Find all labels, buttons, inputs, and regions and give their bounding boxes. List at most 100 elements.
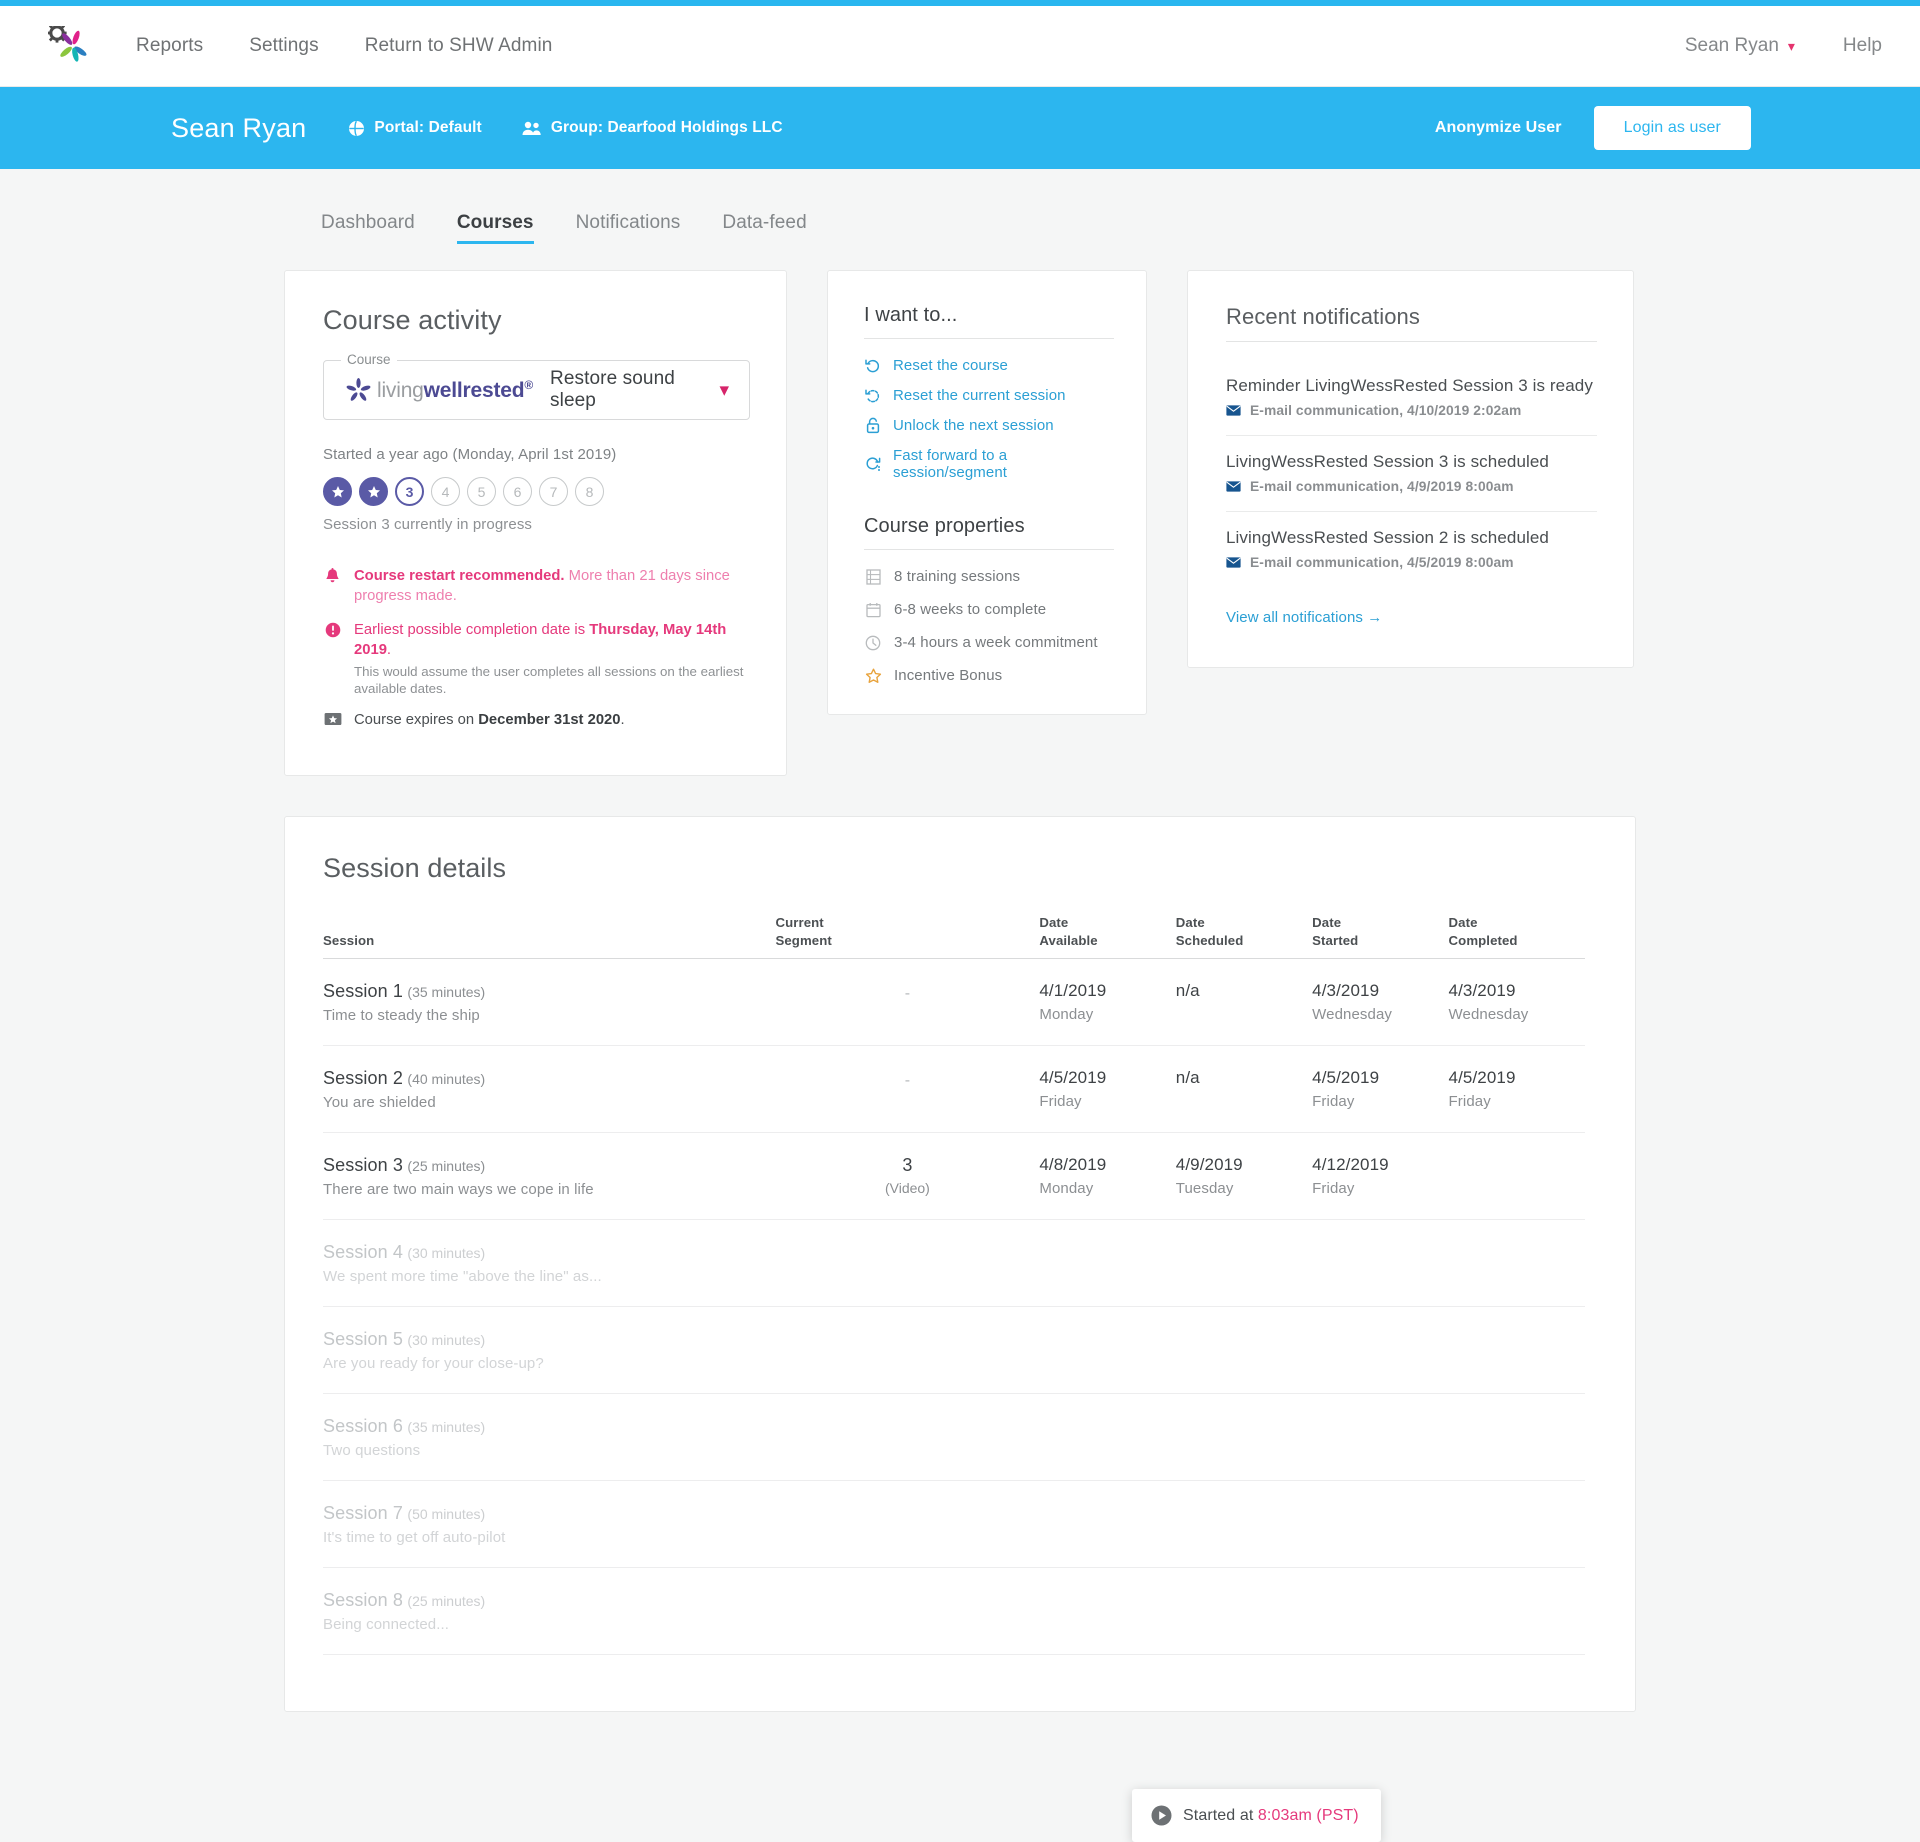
ticket-star-icon [323, 712, 342, 726]
cell-date-started[interactable]: 4/12/2019 Friday [1312, 1132, 1449, 1220]
date-weekday: Friday [1448, 1092, 1491, 1110]
tab-dashboard[interactable]: Dashboard [321, 212, 415, 244]
date-weekday: Friday [1039, 1092, 1082, 1110]
cell-date-scheduled: 4/9/2019 Tuesday [1175, 1132, 1313, 1220]
cell-date-scheduled [1175, 1393, 1313, 1481]
column-header-current-segment: Current Segment [775, 914, 1039, 958]
cell-session: Session 8 (25 minutes) Being connected..… [323, 1567, 776, 1655]
column-header-line1: Date [1448, 915, 1478, 931]
i-want-to-list: Reset the course Reset the current sessi… [864, 357, 1114, 481]
nav-link-return-to-shw-admin[interactable]: Return to SHW Admin [365, 35, 553, 57]
nav-link-settings[interactable]: Settings [249, 35, 318, 57]
course-select[interactable]: Course livingwellrested® Restore sound s… [323, 352, 750, 420]
lock-icon [864, 417, 881, 434]
alert-earliest-note: This would assume the user completes all… [354, 663, 744, 697]
livingwellrested-logo: livingwellrested® [346, 377, 533, 403]
view-all-notifications-link[interactable]: View all notifications → [1226, 609, 1597, 626]
notification-meta: E-mail communication, 4/10/2019 2:02am [1226, 403, 1597, 418]
group-label: Group: Dearfood Holdings LLC [550, 119, 783, 136]
course-properties-list: 8 training sessions 6-8 weeks to complet… [864, 568, 1114, 684]
cell-date-available: 4/1/2019 Monday [1039, 958, 1176, 1046]
session-dot-2[interactable] [359, 477, 388, 506]
cell-current-segment: - [775, 1045, 1040, 1133]
summary-cards-row: Course activity Course livingwellrested®… [284, 270, 1636, 777]
cell-date-available [1039, 1219, 1176, 1307]
cell-date-completed [1448, 1306, 1585, 1394]
session-dot-1[interactable] [323, 477, 352, 506]
date-weekday: Tuesday [1175, 1179, 1234, 1197]
date-value: n/a [1175, 980, 1200, 1000]
shw-pinwheel-logo[interactable] [40, 21, 98, 71]
fast-forward-icon [864, 456, 881, 472]
session-description: We spent more time "above the line" as..… [323, 1267, 602, 1285]
alert-expires-suffix: . [620, 712, 625, 729]
session-name: Session 1 [323, 980, 403, 1001]
session-dot-3[interactable]: 3 [395, 477, 424, 506]
session-dot-4[interactable]: 4 [431, 477, 460, 506]
tab-courses[interactable]: Courses [456, 212, 534, 244]
table-head: Session Current Segment Date Available D… [323, 914, 1585, 959]
action-reset-the-course[interactable]: Reset the course [864, 357, 1114, 374]
action-fast-forward-to-a-session-segment[interactable]: Fast forward to a session/segment [864, 447, 1114, 481]
date-value: 4/3/2019 [1312, 980, 1380, 1000]
segment-value: 3 [902, 1154, 913, 1175]
notification-meta-text: E-mail communication, 4/9/2019 8:00am [1250, 479, 1514, 494]
property-training-sessions: 8 training sessions [864, 568, 1114, 585]
notification-item[interactable]: Reminder LivingWessRested Session 3 is r… [1226, 360, 1597, 436]
date-value: n/a [1175, 1067, 1200, 1087]
action-reset-the-current-session[interactable]: Reset the current session [864, 387, 1114, 404]
column-header-line2: Completed [1448, 932, 1518, 948]
property-weeks-to-complete: 6-8 weeks to complete [864, 601, 1114, 618]
session-dot-8[interactable]: 8 [575, 477, 604, 506]
brand-living-text: living [377, 378, 424, 402]
alert-earliest-prefix: Earliest possible completion date is [354, 621, 590, 638]
film-icon [864, 568, 882, 585]
cell-current-segment [775, 1393, 1040, 1481]
table-header-row: Session Current Segment Date Available D… [323, 914, 1585, 959]
session-dot-5[interactable]: 5 [467, 477, 496, 506]
cell-date-available [1039, 1480, 1176, 1568]
envelope-icon [1226, 481, 1241, 492]
session-dot-7[interactable]: 7 [539, 477, 568, 506]
table-row[interactable]: Session 3 (25 minutes) There are two mai… [323, 1132, 1585, 1220]
column-header-line2: Started [1312, 932, 1359, 948]
column-header-line2: Available [1039, 932, 1098, 948]
session-details-card: Session details Session Current Segment … [284, 816, 1636, 1842]
table-row: Session 7 (50 minutes) It's time to get … [323, 1480, 1585, 1568]
alert-earliest-completion-text: Earliest possible completion date is Thu… [354, 621, 750, 698]
cell-date-scheduled [1175, 1306, 1313, 1394]
user-menu[interactable]: Sean Ryan ▾ [1685, 35, 1795, 57]
notification-title: LivingWessRested Session 2 is scheduled [1226, 528, 1549, 547]
date-weekday: Friday [1312, 1092, 1355, 1110]
tab-notifications[interactable]: Notifications [576, 212, 681, 244]
notification-meta: E-mail communication, 4/9/2019 8:00am [1226, 479, 1597, 494]
action-unlock-the-next-session[interactable]: Unlock the next session [864, 417, 1114, 434]
main-navigation-bar: Reports Settings Return to SHW Admin Sea… [0, 6, 1920, 87]
date-value: 4/3/2019 [1448, 980, 1516, 1000]
group-users-icon [522, 121, 541, 135]
notification-item[interactable]: LivingWessRested Session 2 is scheduled … [1226, 512, 1597, 587]
tab-data-feed[interactable]: Data-feed [722, 212, 806, 244]
session-description: Being connected... [323, 1615, 450, 1633]
segment-type: (Video) [884, 1179, 930, 1196]
notification-meta-text: E-mail communication, 4/10/2019 2:02am [1250, 403, 1522, 418]
cell-date-completed [1448, 1480, 1585, 1568]
anonymize-user-button[interactable]: Anonymize User [1435, 119, 1562, 137]
login-as-user-button[interactable]: Login as user [1593, 106, 1751, 150]
chevron-down-icon[interactable]: ▾ [719, 381, 729, 400]
table-row: Session 8 (25 minutes) Being connected..… [323, 1567, 1585, 1655]
date-weekday: Wednesday [1312, 1005, 1392, 1023]
session-description: There are two main ways we cope in life [323, 1180, 594, 1198]
table-row[interactable]: Session 2 (40 minutes) You are shielded … [323, 1045, 1585, 1133]
table-row[interactable]: Session 1 (35 minutes) Time to steady th… [323, 958, 1585, 1046]
cell-date-started [1312, 1480, 1449, 1568]
cell-date-completed: 4/3/2019 Wednesday [1448, 958, 1585, 1046]
notification-item[interactable]: LivingWessRested Session 3 is scheduled … [1226, 436, 1597, 512]
cell-session: Session 4 (30 minutes) We spent more tim… [323, 1219, 776, 1307]
property-label: 8 training sessions [894, 568, 1021, 585]
recent-notifications-title: Recent notifications [1226, 304, 1597, 342]
nav-link-help[interactable]: Help [1843, 35, 1882, 57]
nav-link-reports[interactable]: Reports [136, 35, 203, 57]
session-dot-6[interactable]: 6 [503, 477, 532, 506]
session-name: Session 7 [323, 1502, 403, 1523]
